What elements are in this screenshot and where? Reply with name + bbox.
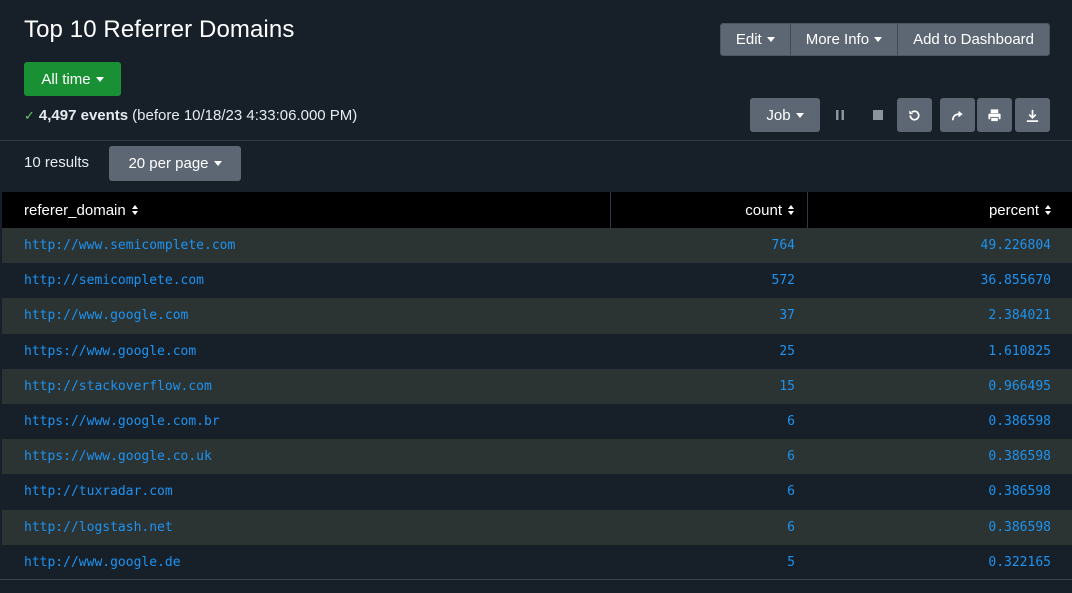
count-cell[interactable]: 6: [611, 520, 808, 535]
per-page-dropdown[interactable]: 20 per page: [109, 146, 241, 181]
column-header-label: percent: [988, 201, 1039, 219]
results-table: referer_domain count percent http://www.…: [2, 192, 1072, 580]
referer-domain-cell[interactable]: http://www.google.de: [2, 555, 611, 570]
referer-domain-cell[interactable]: http://semicomplete.com: [2, 273, 611, 288]
caret-down-icon: [795, 112, 804, 118]
caret-down-icon: [874, 37, 883, 42]
pause-button[interactable]: [822, 98, 857, 132]
table-row: http://www.google.com 37 2.384021: [2, 298, 1072, 334]
referer-domain-cell[interactable]: http://www.google.com: [2, 308, 611, 323]
count-cell[interactable]: 15: [611, 379, 808, 394]
table-row: https://www.google.co.uk 6 0.386598: [2, 439, 1072, 475]
table-row: http://semicomplete.com 572 36.855670: [2, 263, 1072, 299]
search-time-text: (before 10/18/23 4:33:06.000 PM): [132, 107, 358, 124]
reload-button[interactable]: [897, 98, 932, 132]
table-header: referer_domain count percent: [2, 192, 1072, 228]
table-row: https://www.google.com.br 6 0.386598: [2, 403, 1072, 440]
more-info-button-label: More Info: [805, 31, 870, 48]
edit-button[interactable]: Edit: [720, 24, 791, 55]
results-count: 10 results: [24, 154, 90, 171]
count-cell[interactable]: 37: [611, 308, 808, 323]
referer-domain-cell[interactable]: http://tuxradar.com: [2, 484, 611, 499]
reload-icon: [909, 109, 920, 121]
count-cell[interactable]: 572: [611, 273, 808, 288]
percent-cell[interactable]: 0.322165: [808, 555, 1072, 570]
sort-icon: [788, 205, 794, 215]
table-row: https://www.google.com 25 1.610825: [2, 333, 1072, 369]
percent-cell[interactable]: 0.386598: [808, 414, 1072, 429]
download-icon: [1026, 109, 1039, 122]
referer-domain-cell[interactable]: https://www.google.com: [2, 344, 611, 359]
column-header-percent[interactable]: percent: [808, 192, 1072, 228]
column-header-referer-domain[interactable]: referer_domain: [2, 192, 611, 228]
referer-domain-cell[interactable]: http://www.semicomplete.com: [2, 238, 611, 253]
count-cell[interactable]: 764: [611, 238, 808, 253]
percent-cell[interactable]: 2.384021: [808, 308, 1072, 323]
column-header-count[interactable]: count: [611, 192, 808, 228]
time-range-label: All time: [41, 70, 91, 88]
add-to-dashboard-button[interactable]: Add to Dashboard: [898, 24, 1049, 55]
percent-cell[interactable]: 1.610825: [808, 344, 1072, 359]
table-row: http://logstash.net 6 0.386598: [2, 509, 1072, 545]
percent-cell[interactable]: 0.966495: [808, 379, 1072, 394]
caret-down-icon: [95, 76, 104, 82]
referer-domain-cell[interactable]: http://logstash.net: [2, 520, 611, 535]
table-bottom-border: [0, 579, 1072, 580]
search-status: ✓ 4,497 events (before 10/18/23 4:33:06.…: [24, 107, 357, 124]
print-icon: [988, 108, 1001, 122]
table-row: http://stackoverflow.com 15 0.966495: [2, 368, 1072, 404]
stop-button[interactable]: [860, 98, 895, 132]
count-cell[interactable]: 6: [611, 414, 808, 429]
count-cell[interactable]: 25: [611, 344, 808, 359]
share-button[interactable]: [940, 98, 975, 132]
column-header-label: referer_domain: [24, 201, 126, 219]
share-icon: [951, 110, 963, 120]
percent-cell[interactable]: 0.386598: [808, 520, 1072, 535]
count-cell[interactable]: 6: [611, 484, 808, 499]
per-page-label: 20 per page: [128, 155, 209, 172]
table-row: http://tuxradar.com 6 0.386598: [2, 474, 1072, 510]
percent-cell[interactable]: 0.386598: [808, 484, 1072, 499]
stop-icon: [872, 110, 883, 120]
more-info-button[interactable]: More Info: [790, 24, 899, 55]
caret-down-icon: [213, 161, 222, 166]
caret-down-icon: [766, 37, 775, 42]
referer-domain-cell[interactable]: http://stackoverflow.com: [2, 379, 611, 394]
table-row: http://www.semicomplete.com 764 49.22680…: [2, 228, 1072, 264]
percent-cell[interactable]: 36.855670: [808, 273, 1072, 288]
check-icon: ✓: [24, 107, 35, 123]
edit-button-label: Edit: [735, 31, 762, 48]
referer-domain-cell[interactable]: https://www.google.co.uk: [2, 449, 611, 464]
action-button-group: Edit More Info Add to Dashboard: [719, 23, 1050, 56]
percent-cell[interactable]: 49.226804: [808, 238, 1072, 253]
referer-domain-cell[interactable]: https://www.google.com.br: [2, 414, 611, 429]
sort-icon: [131, 205, 138, 215]
page-title: Top 10 Referrer Domains: [24, 16, 295, 43]
section-divider: [0, 140, 1072, 141]
time-range-picker[interactable]: All time: [24, 62, 121, 96]
column-header-label: count: [745, 201, 782, 219]
sort-icon: [1045, 205, 1051, 215]
table-body: http://www.semicomplete.com 764 49.22680…: [2, 228, 1072, 580]
event-count: 4,497 events: [38, 107, 129, 124]
job-menu-button[interactable]: Job: [750, 98, 820, 132]
count-cell[interactable]: 5: [611, 555, 808, 570]
print-button[interactable]: [977, 98, 1012, 132]
table-row: http://www.google.de 5 0.322165: [2, 544, 1072, 580]
percent-cell[interactable]: 0.386598: [808, 449, 1072, 464]
job-button-label: Job: [766, 106, 791, 124]
pause-icon: [835, 110, 844, 120]
count-cell[interactable]: 6: [611, 449, 808, 464]
export-button[interactable]: [1015, 98, 1050, 132]
